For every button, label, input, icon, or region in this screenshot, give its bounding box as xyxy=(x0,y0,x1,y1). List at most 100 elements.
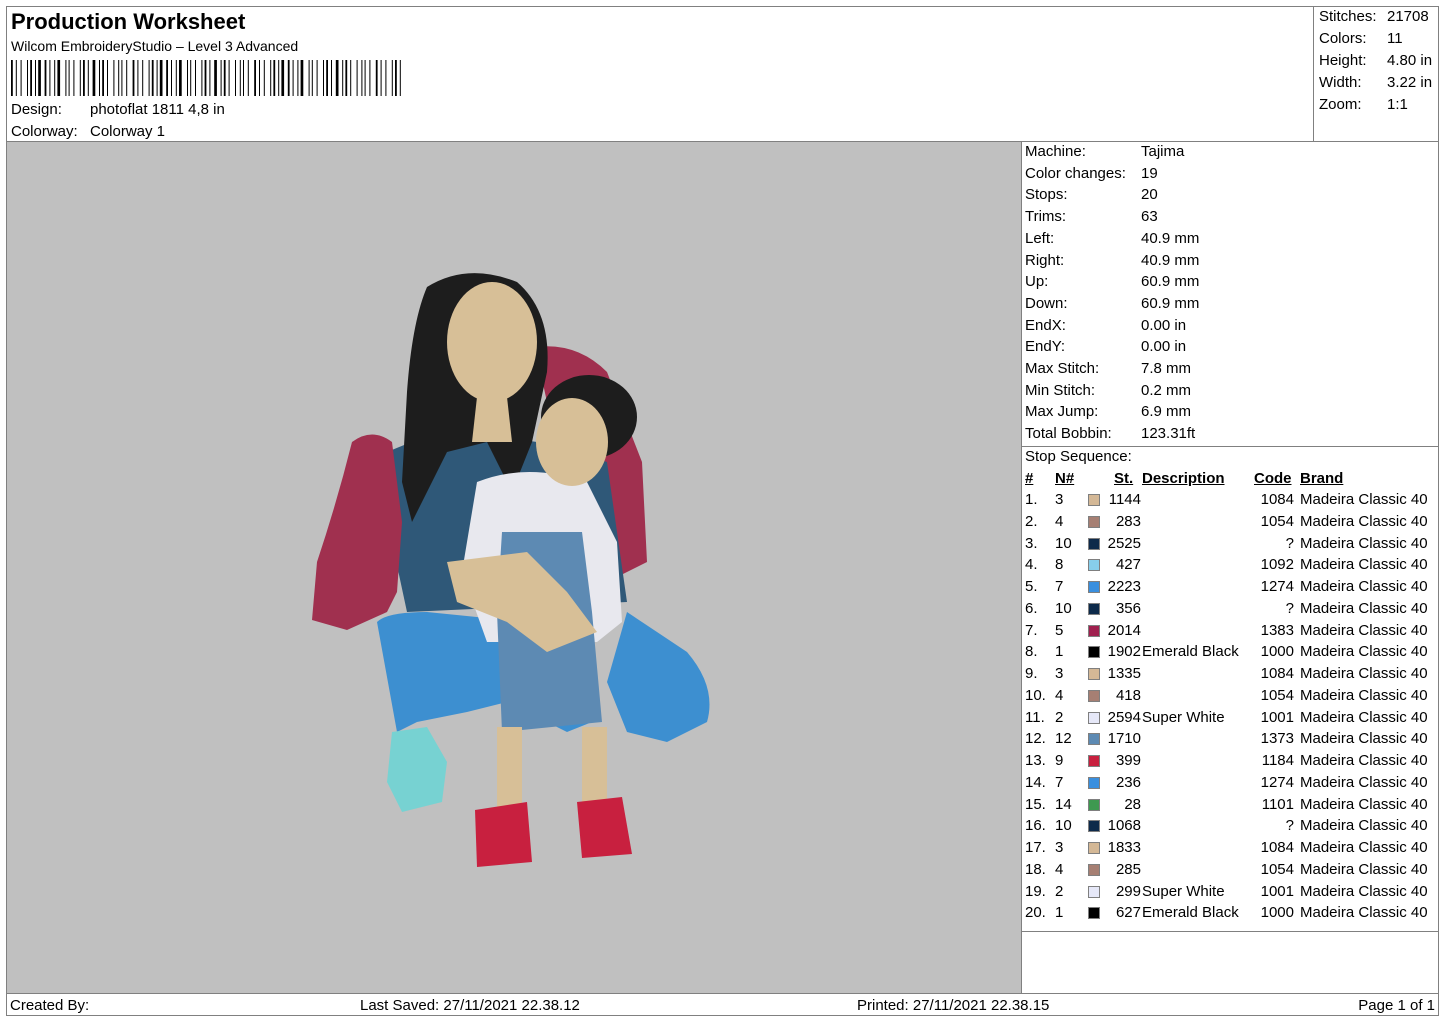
row-stitches: 356 xyxy=(1115,599,1141,617)
machine-info-row: Up: 60.9 mm xyxy=(1025,273,1199,290)
row-brand: Madeira Classic 40 xyxy=(1300,730,1428,748)
row-needle: 10 xyxy=(1055,817,1072,835)
row-stitches: 285 xyxy=(1115,860,1141,878)
machine-info-label: Trims: xyxy=(1025,208,1067,226)
col-stitches: St. xyxy=(1114,470,1134,487)
machine-info-value: Tajima xyxy=(1141,143,1185,160)
row-code: 1184 xyxy=(1261,752,1294,769)
row-index: 20. xyxy=(1025,904,1046,922)
page-number: Page 1 of 1 xyxy=(1358,997,1435,1014)
machine-info-label: Right: xyxy=(1025,251,1065,269)
shoe-shape xyxy=(387,727,447,812)
machine-info-label: Machine: xyxy=(1025,143,1086,160)
machine-info-row: EndY: 0.00 in xyxy=(1025,338,1186,355)
row-code: 1054 xyxy=(1260,860,1294,878)
row-needle: 7 xyxy=(1055,773,1064,791)
row-needle: 7 xyxy=(1055,578,1064,595)
machine-info-row: Total Bobbin: 123.31ft xyxy=(1025,425,1195,442)
row-code: ? xyxy=(1285,534,1294,552)
machine-info-label: Color changes: xyxy=(1025,164,1126,182)
row-index: 3. xyxy=(1025,534,1038,552)
row-index: 6. xyxy=(1025,599,1038,617)
row-index: 16. xyxy=(1025,817,1046,835)
row-needle: 10 xyxy=(1055,534,1072,552)
row-index: 8. xyxy=(1025,643,1038,661)
child-shoe-left xyxy=(475,802,532,867)
stat-height: Height: 4.80 in xyxy=(1319,52,1433,69)
row-code: 1001 xyxy=(1260,882,1294,900)
row-needle: 3 xyxy=(1055,491,1064,508)
machine-info-value: 40.9 mm xyxy=(1141,251,1200,269)
row-code: ? xyxy=(1285,817,1294,835)
row-code: 1084 xyxy=(1260,839,1294,856)
row-index: 5. xyxy=(1025,578,1038,595)
color-swatch xyxy=(1088,646,1100,659)
color-swatch xyxy=(1088,798,1100,811)
row-index: 4. xyxy=(1025,556,1038,574)
row-stitches: 283 xyxy=(1115,512,1141,530)
row-needle: 4 xyxy=(1055,860,1064,878)
row-description: Emerald Black xyxy=(1142,643,1239,661)
design-stats: Stitches: 21708 Colors: 11 Height: 4.80 in … xyxy=(1314,7,1438,142)
child-leg-right xyxy=(582,727,607,802)
row-stitches: 1710 xyxy=(1107,730,1141,748)
machine-info-row: Max Stitch: 7.8 mm xyxy=(1025,360,1191,377)
machine-info-value: 40.9 mm xyxy=(1141,229,1200,247)
row-code: 1084 xyxy=(1260,491,1294,508)
color-swatch xyxy=(1088,668,1100,680)
color-swatch xyxy=(1088,559,1100,572)
row-code: 1000 xyxy=(1260,904,1294,922)
row-stitches: 418 xyxy=(1115,686,1141,704)
row-brand: Madeira Classic 40 xyxy=(1300,904,1428,922)
left-sleeve-shape xyxy=(312,434,402,630)
color-swatch xyxy=(1088,820,1100,833)
color-swatch xyxy=(1088,842,1100,854)
design-label: Design: xyxy=(11,101,62,118)
row-needle: 2 xyxy=(1055,882,1064,900)
row-index: 17. xyxy=(1025,839,1046,856)
row-index: 14. xyxy=(1025,773,1046,791)
row-stitches: 1335 xyxy=(1107,665,1141,682)
divider xyxy=(1022,931,1438,932)
knee-shape xyxy=(607,612,710,742)
row-code: ? xyxy=(1285,599,1294,617)
child-leg-left xyxy=(497,727,522,807)
row-brand: Madeira Classic 40 xyxy=(1300,860,1428,878)
neck-shape xyxy=(472,397,512,442)
row-index: 1. xyxy=(1025,491,1038,508)
row-index: 11. xyxy=(1025,708,1045,726)
row-code: 1101 xyxy=(1261,795,1294,813)
col-description: Description xyxy=(1142,470,1225,487)
row-index: 13. xyxy=(1025,752,1046,769)
row-stitches: 236 xyxy=(1115,773,1141,791)
machine-info-value: 63 xyxy=(1141,208,1158,226)
machine-info-value: 0.00 in xyxy=(1141,316,1187,334)
row-stitches: 28 xyxy=(1124,795,1141,813)
row-needle: 10 xyxy=(1055,599,1072,617)
stat-stitches: Stitches: 21708 xyxy=(1319,8,1429,25)
machine-info-row: Trims: 63 xyxy=(1025,208,1158,225)
color-swatch xyxy=(1088,624,1100,637)
machine-info-label: EndX: xyxy=(1025,316,1066,334)
row-brand: Madeira Classic 40 xyxy=(1300,708,1428,726)
row-needle: 12 xyxy=(1055,730,1072,748)
machine-info-label: Stops: xyxy=(1025,186,1068,204)
machine-info-value: 20 xyxy=(1141,186,1158,204)
row-code: 1084 xyxy=(1260,665,1294,682)
machine-info-label: Down: xyxy=(1025,294,1068,312)
row-stitches: 1144 xyxy=(1108,491,1141,508)
colorway-value: Colorway 1 xyxy=(90,123,166,140)
machine-info-value: 60.9 mm xyxy=(1141,294,1200,312)
machine-info-value: 60.9 mm xyxy=(1141,273,1200,291)
row-code: 1054 xyxy=(1260,686,1294,704)
color-swatch xyxy=(1088,689,1100,702)
machine-info-label: Up: xyxy=(1025,273,1049,291)
row-stitches: 2014 xyxy=(1107,621,1141,639)
col-code: Code xyxy=(1254,470,1292,487)
machine-info-row: Color changes: 19 xyxy=(1025,165,1158,182)
stat-colors: Colors: 11 xyxy=(1319,30,1403,47)
row-brand: Madeira Classic 40 xyxy=(1300,665,1428,682)
row-code: 1373 xyxy=(1260,730,1294,748)
row-brand: Madeira Classic 40 xyxy=(1300,621,1428,639)
row-code: 1274 xyxy=(1260,578,1294,595)
